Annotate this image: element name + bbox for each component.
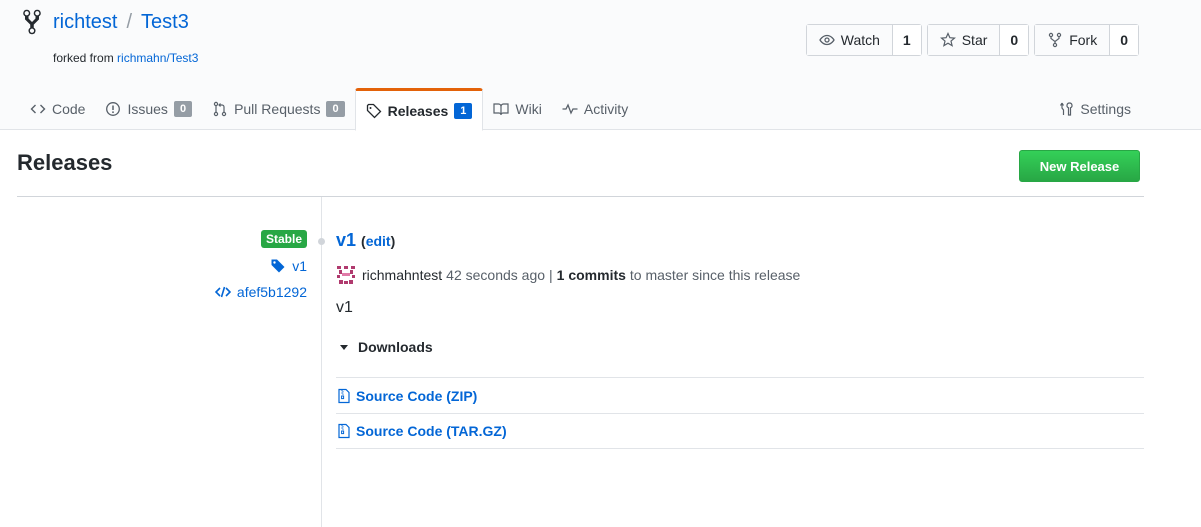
download-zip-link[interactable]: Source Code (ZIP)	[336, 377, 1144, 413]
tab-activity[interactable]: Activity	[552, 88, 638, 130]
pulls-count-badge: 0	[326, 101, 345, 117]
code-commit-icon	[214, 286, 231, 298]
repo-header: richtest / Test3 forked from richmahn/Te…	[0, 0, 1201, 131]
book-icon	[493, 103, 510, 116]
release-tag-label: v1	[292, 258, 307, 274]
title-divider	[17, 196, 1144, 197]
fork-count[interactable]: 0	[1110, 25, 1138, 55]
release-time: 42 seconds ago	[446, 267, 546, 283]
download-targz-link[interactable]: Source Code (TAR.GZ)	[336, 413, 1144, 449]
tag-filled-icon	[271, 259, 285, 273]
tab-code[interactable]: Code	[20, 88, 95, 130]
tab-code-label: Code	[52, 101, 86, 117]
pull-request-icon	[213, 101, 227, 117]
release-commit-link[interactable]: afef5b1292	[214, 284, 307, 300]
tab-activity-label: Activity	[583, 101, 629, 117]
repo-name-link[interactable]: Test3	[141, 11, 189, 34]
star-button[interactable]: Star	[927, 25, 1001, 55]
star-count[interactable]: 0	[1000, 25, 1029, 55]
release-tag-link[interactable]: v1	[215, 258, 307, 274]
release-body: v1	[336, 299, 353, 316]
tab-settings-label: Settings	[1080, 101, 1131, 117]
caret-down-icon	[340, 344, 348, 350]
edit-link[interactable]: edit	[366, 233, 391, 249]
tab-wiki-label: Wiki	[515, 101, 542, 117]
downloads-toggle[interactable]: Downloads	[336, 339, 1144, 355]
release-meta: Stable v1 afef5b1292	[214, 230, 307, 300]
file-zip-icon	[338, 423, 350, 439]
avatar[interactable]	[336, 265, 356, 285]
watch-label: Watch	[840, 32, 880, 48]
release-title-link[interactable]: v1	[336, 230, 356, 251]
watch-count[interactable]: 1	[892, 25, 921, 55]
star-icon	[939, 32, 956, 47]
timeline-line	[321, 197, 322, 527]
tab-issues-label: Issues	[127, 101, 168, 117]
tab-releases-label: Releases	[387, 102, 449, 119]
downloads-label: Downloads	[358, 339, 433, 355]
tab-wiki[interactable]: Wiki	[483, 88, 551, 130]
pulse-icon	[562, 103, 578, 115]
issues-count-badge: 0	[173, 101, 193, 117]
file-zip-icon	[338, 388, 350, 403]
tag-icon	[366, 103, 381, 118]
page-title: Releases	[17, 150, 113, 175]
repo-title: richtest / Test3	[20, 8, 189, 36]
downloads-list: Source Code (ZIP) Source Code (TAR.GZ)	[336, 377, 1144, 449]
fork-icon	[23, 9, 41, 35]
fork-label: Fork	[1069, 32, 1098, 48]
commits-count-link[interactable]: 1 commits	[557, 267, 626, 283]
release-info-separator: |	[549, 267, 553, 283]
download-targz-label: Source Code (TAR.GZ)	[356, 423, 507, 439]
eye-icon	[819, 34, 835, 46]
forked-from: forked from richmahn/Test3	[53, 51, 198, 65]
tab-pull-requests[interactable]: Pull Requests 0	[202, 88, 355, 130]
release-info: richmahntest 42 seconds ago | 1 commits …	[336, 265, 1144, 285]
stable-badge: Stable	[260, 230, 307, 248]
repo-separator: /	[126, 10, 133, 33]
timeline-dot	[318, 238, 325, 245]
tab-issues[interactable]: Issues 0	[95, 88, 202, 130]
release-commit-label: afef5b1292	[236, 284, 307, 300]
tools-icon	[1060, 102, 1073, 116]
tab-pull-requests-label: Pull Requests	[234, 101, 321, 117]
fork-button[interactable]: Fork	[1035, 25, 1111, 55]
watch-button[interactable]: Watch	[806, 25, 893, 55]
release-title: v1 (edit)	[336, 230, 1144, 251]
tab-settings[interactable]: Settings	[1048, 88, 1141, 130]
release-author[interactable]: richmahntest	[362, 267, 442, 283]
forked-from-prefix: forked from	[53, 51, 114, 65]
repo-actions: Watch 1 Star 0 Fork 0	[805, 24, 1139, 56]
fork-small-icon	[1049, 32, 1062, 48]
star-label: Star	[961, 32, 988, 48]
releases-count-badge: 1	[454, 102, 473, 119]
release-edit: (edit)	[361, 233, 395, 249]
repo-tabs: Code Issues 0 Pull Requests 0 Releases 1…	[20, 88, 1201, 131]
code-icon	[30, 104, 46, 114]
forked-source-link[interactable]: richmahn/Test3	[117, 51, 198, 65]
fork-group: Fork 0	[1034, 24, 1139, 56]
star-group: Star 0	[926, 24, 1030, 56]
tab-releases[interactable]: Releases 1	[354, 88, 484, 131]
issue-icon	[106, 102, 121, 116]
repo-owner-link[interactable]: richtest	[53, 11, 117, 34]
edit-close-paren: )	[390, 233, 396, 249]
download-zip-label: Source Code (ZIP)	[356, 387, 478, 404]
watch-group: Watch 1	[805, 24, 922, 56]
commits-suffix: to master since this release	[629, 267, 801, 283]
release-entry: v1 (edit) richmahntest 42 seconds ago | …	[336, 230, 1144, 449]
new-release-button[interactable]: New Release	[1019, 150, 1140, 182]
